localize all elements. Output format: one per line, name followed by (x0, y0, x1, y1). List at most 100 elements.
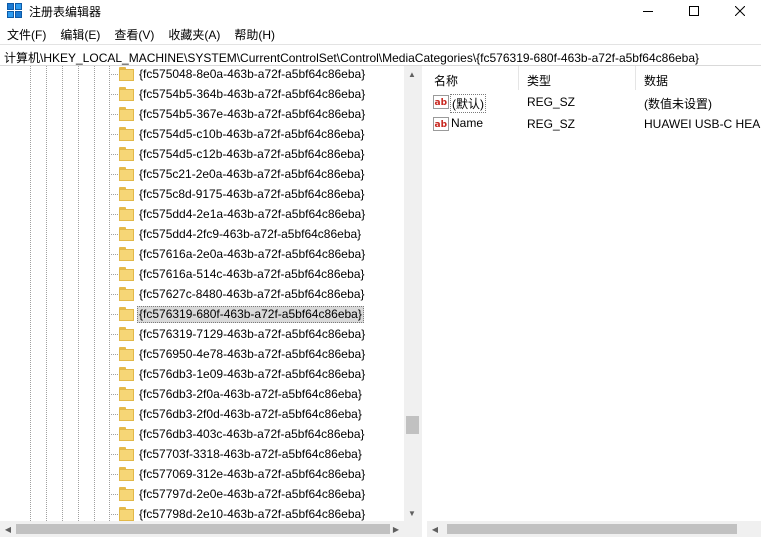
folder-icon (119, 327, 134, 341)
value-data: (数值未设置) (644, 97, 712, 111)
menu-file[interactable]: 文件(F) (0, 22, 53, 44)
tree-item[interactable]: {fc57797d-2e0e-463b-a72f-a5bf64c86eba} (0, 484, 404, 504)
folder-icon (119, 247, 134, 261)
tree-connector (109, 434, 118, 435)
tree-item[interactable]: {fc57703f-3318-463b-a72f-a5bf64c86eba} (0, 444, 404, 464)
tree-item-label: {fc5754b5-367e-463b-a72f-a5bf64c86eba} (139, 107, 366, 121)
value-type: REG_SZ (527, 117, 576, 131)
tree-item[interactable]: {fc57798d-2e10-463b-a72f-a5bf64c86eba} (0, 504, 404, 521)
tree-item-label: {fc576db3-2f0d-463b-a72f-a5bf64c86eba} (139, 407, 362, 421)
tree-item[interactable]: {fc575dd4-2e1a-463b-a72f-a5bf64c86eba} (0, 204, 404, 224)
tree-item[interactable]: {fc576db3-403c-463b-a72f-a5bf64c86eba} (0, 424, 404, 444)
title-bar: 注册表编辑器 (0, 0, 761, 22)
tree-connector (109, 214, 118, 215)
menu-view[interactable]: 查看(V) (107, 22, 161, 44)
tree-connector (109, 294, 118, 295)
scroll-up-arrow-icon[interactable]: ▲ (404, 66, 420, 82)
tree-connector (109, 234, 118, 235)
tree-item[interactable]: {fc576db3-2f0a-463b-a72f-a5bf64c86eba} (0, 384, 404, 404)
minimize-icon (643, 11, 653, 12)
folder-icon (119, 307, 134, 321)
tree-connector (109, 314, 118, 315)
tree-item[interactable]: {fc576db3-1e09-463b-a72f-a5bf64c86eba} (0, 364, 404, 384)
tree-item[interactable]: {fc577069-312e-463b-a72f-a5bf64c86eba} (0, 464, 404, 484)
tree-item[interactable]: {fc575048-8e0a-463b-a72f-a5bf64c86eba} (0, 66, 404, 84)
column-header-name[interactable]: 名称 (427, 66, 519, 90)
address-bar[interactable]: 计算机\HKEY_LOCAL_MACHINE\SYSTEM\CurrentCon… (0, 44, 761, 66)
scroll-right-arrow-icon[interactable]: ▶ (388, 521, 404, 537)
tree-item[interactable]: {fc575c21-2e0a-463b-a72f-a5bf64c86eba} (0, 164, 404, 184)
registry-key-tree: {fc575048-8e0a-463b-a72f-a5bf64c86eba} {f… (0, 66, 404, 521)
tree-item-label: {fc57616a-514c-463b-a72f-a5bf64c86eba} (139, 267, 365, 281)
menu-favorites[interactable]: 收藏夹(A) (161, 22, 227, 44)
folder-icon (119, 207, 134, 221)
minimize-button[interactable] (625, 0, 671, 22)
tree-item-label: {fc577069-312e-463b-a72f-a5bf64c86eba} (139, 467, 366, 481)
tree-connector (109, 474, 118, 475)
values-horizontal-scroll-thumb[interactable] (447, 524, 737, 534)
folder-icon (119, 287, 134, 301)
tree-item[interactable]: {fc575dd4-2fc9-463b-a72f-a5bf64c86eba} (0, 224, 404, 244)
menu-edit[interactable]: 编辑(E) (53, 22, 107, 44)
tree-horizontal-scroll-thumb[interactable] (16, 524, 390, 534)
scroll-left-arrow-icon[interactable]: ◀ (427, 521, 443, 537)
value-name: Name (451, 116, 484, 130)
column-header-data[interactable]: 数据 (636, 66, 761, 90)
address-path[interactable]: 计算机\HKEY_LOCAL_MACHINE\SYSTEM\CurrentCon… (4, 49, 699, 66)
tree-item[interactable]: {fc57616a-2e0a-463b-a72f-a5bf64c86eba} (0, 244, 404, 264)
folder-icon (119, 387, 134, 401)
tree-connector (109, 494, 118, 495)
column-header-type[interactable]: 类型 (519, 66, 636, 90)
tree-item[interactable]: {fc5754d5-c10b-463b-a72f-a5bf64c86eba} (0, 124, 404, 144)
folder-icon (119, 267, 134, 281)
folder-icon (119, 187, 134, 201)
tree-item[interactable]: {fc5754b5-364b-463b-a72f-a5bf64c86eba} (0, 84, 404, 104)
tree-item[interactable]: {fc576950-4e78-463b-a72f-a5bf64c86eba} (0, 344, 404, 364)
close-icon (735, 6, 745, 16)
tree-connector (109, 174, 118, 175)
folder-icon (119, 447, 134, 461)
tree-connector (109, 254, 118, 255)
tree-item-label: {fc576319-7129-463b-a72f-a5bf64c86eba} (139, 327, 366, 341)
tree-vertical-scrollbar[interactable]: ▲ ▼ (404, 66, 421, 521)
menu-help[interactable]: 帮助(H) (227, 22, 282, 44)
tree-item[interactable]: {fc576319-7129-463b-a72f-a5bf64c86eba} (0, 324, 404, 344)
tree-connector (109, 94, 118, 95)
tree-item[interactable]: {fc57627c-8480-463b-a72f-a5bf64c86eba} (0, 284, 404, 304)
folder-icon (119, 347, 134, 361)
tree-item-label: {fc576319-680f-463b-a72f-a5bf64c86eba} (137, 306, 364, 323)
tree-item[interactable]: {fc576319-680f-463b-a72f-a5bf64c86eba} (0, 304, 404, 324)
tree-item-label: {fc57798d-2e10-463b-a72f-a5bf64c86eba} (139, 507, 366, 521)
tree-item[interactable]: {fc57616a-514c-463b-a72f-a5bf64c86eba} (0, 264, 404, 284)
tree-pane: {fc575048-8e0a-463b-a72f-a5bf64c86eba} {f… (0, 66, 421, 537)
tree-item[interactable]: {fc5754d5-c12b-463b-a72f-a5bf64c86eba} (0, 144, 404, 164)
scroll-down-arrow-icon[interactable]: ▼ (404, 505, 420, 521)
tree-item-label: {fc575048-8e0a-463b-a72f-a5bf64c86eba} (139, 67, 366, 81)
tree-item-label: {fc57616a-2e0a-463b-a72f-a5bf64c86eba} (139, 247, 366, 261)
tree-item-label: {fc5754d5-c10b-463b-a72f-a5bf64c86eba} (139, 127, 365, 141)
folder-icon (119, 147, 134, 161)
regedit-icon (7, 3, 22, 18)
tree-item[interactable]: {fc5754b5-367e-463b-a72f-a5bf64c86eba} (0, 104, 404, 124)
tree-item[interactable]: {fc576db3-2f0d-463b-a72f-a5bf64c86eba} (0, 404, 404, 424)
folder-icon (119, 167, 134, 181)
tree-vertical-scroll-thumb[interactable] (406, 416, 419, 434)
values-pane: 名称 类型 数据 ab (默认) REG_SZ (数值未设置) ab Name REG_SZ… (427, 66, 761, 537)
maximize-button[interactable] (671, 0, 717, 22)
close-button[interactable] (717, 0, 761, 22)
tree-horizontal-scrollbar[interactable]: ◀ ▶ (0, 521, 421, 537)
tree-item-label: {fc575c21-2e0a-463b-a72f-a5bf64c86eba} (139, 167, 365, 181)
value-row[interactable]: abName REG_SZ HUAWEI USB-C HEADSET (427, 113, 761, 135)
folder-icon (119, 227, 134, 241)
tree-item[interactable]: {fc575c8d-9175-463b-a72f-a5bf64c86eba} (0, 184, 404, 204)
tree-item-label: {fc576db3-1e09-463b-a72f-a5bf64c86eba} (139, 367, 366, 381)
values-horizontal-scrollbar[interactable]: ◀ (427, 521, 761, 537)
folder-icon (119, 407, 134, 421)
tree-connector (109, 114, 118, 115)
tree-connector (109, 454, 118, 455)
value-row[interactable]: ab (默认) REG_SZ (数值未设置) (427, 91, 761, 113)
tree-connector (109, 134, 118, 135)
folder-icon (119, 87, 134, 101)
tree-connector (109, 394, 118, 395)
scroll-left-arrow-icon[interactable]: ◀ (0, 521, 16, 537)
